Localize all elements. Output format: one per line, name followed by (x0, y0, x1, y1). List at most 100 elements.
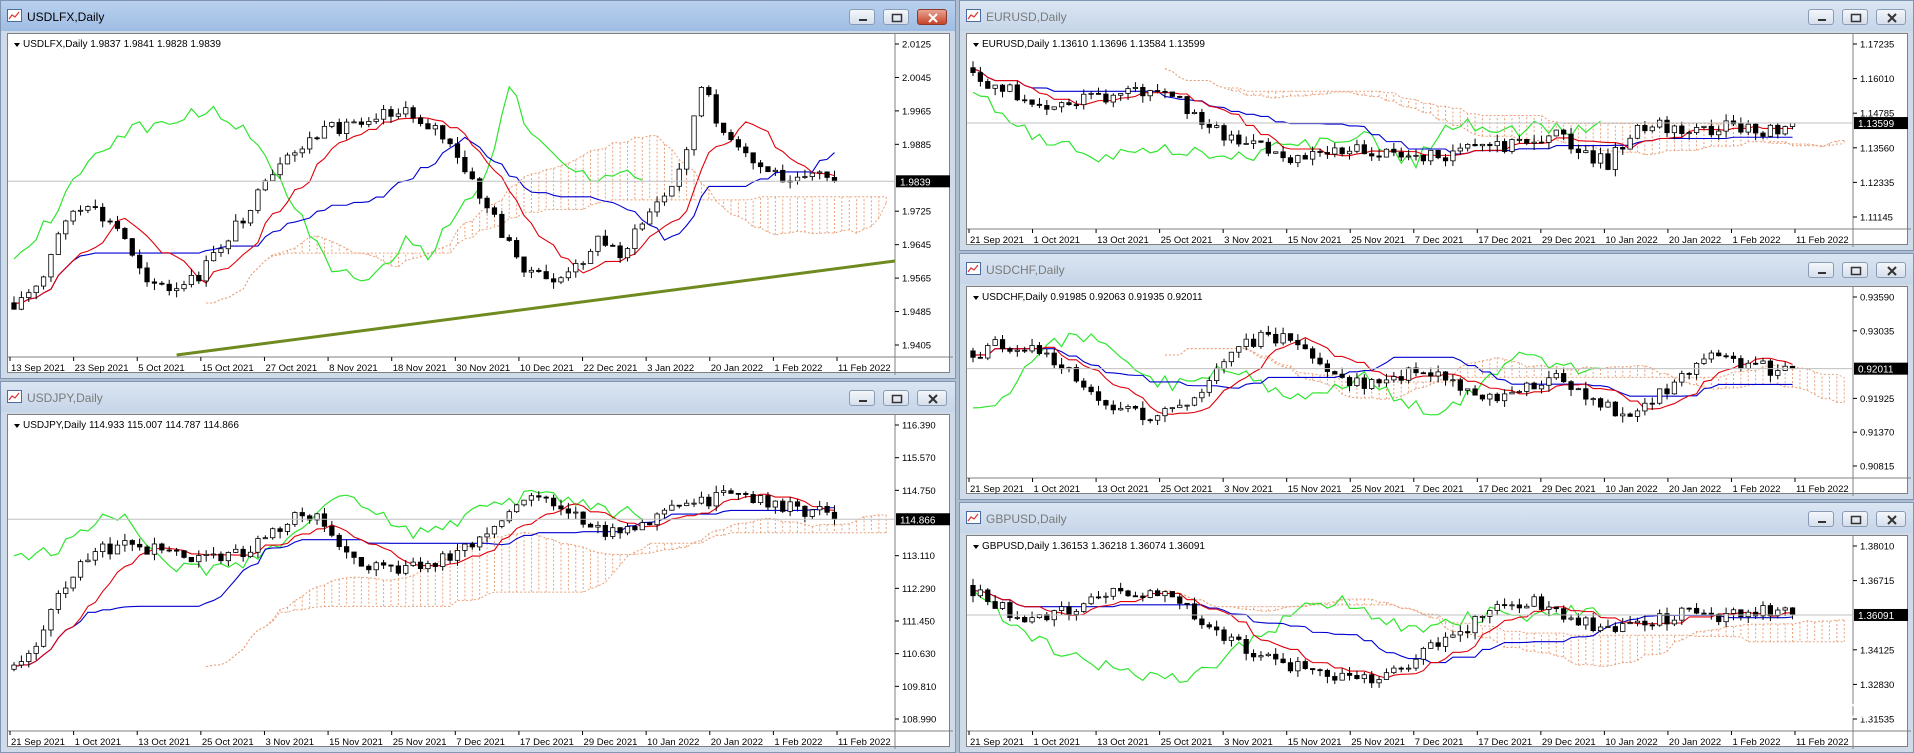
candle-body (794, 501, 801, 507)
price-tick-label: 1.16010 (1860, 74, 1894, 85)
candle-body (1501, 604, 1508, 606)
current-price-label: 0.92011 (1858, 365, 1894, 376)
candle-body (1221, 125, 1227, 141)
close-button[interactable] (1876, 262, 1906, 278)
candle-body (772, 500, 778, 508)
chart-window-usdjpy[interactable]: USDJPY,Daily 114.866 116.390 115.570 114.75… (0, 381, 956, 753)
candle-body (669, 504, 675, 511)
candle-body (1287, 157, 1294, 164)
candle-body (1472, 388, 1478, 396)
candle-body (1302, 344, 1308, 350)
window-titlebar[interactable]: USDJPY,Daily (1, 382, 955, 412)
minimize-button[interactable] (849, 390, 875, 406)
candle-body (1686, 607, 1692, 610)
candlestick-chart[interactable]: 0.92011 0.93590 0.93035 0.91925 0.91370 0.908… (967, 287, 1911, 496)
minimize-button[interactable] (1808, 511, 1834, 527)
candle-body (417, 117, 424, 125)
tenkan-sen-line (13, 493, 835, 668)
candle-body (1214, 368, 1220, 381)
candle-body (1516, 391, 1522, 393)
candle-body (1701, 358, 1707, 364)
minimize-icon (1818, 521, 1826, 523)
maximize-button[interactable] (883, 9, 909, 25)
candle-body (565, 271, 571, 279)
candle-body (1583, 150, 1589, 153)
candle-body (1730, 609, 1737, 614)
maximize-button[interactable] (1842, 511, 1868, 527)
date-tick-label: 25 Oct 2021 (1161, 235, 1213, 246)
candle-body (1391, 667, 1397, 674)
candle-body (1317, 357, 1323, 365)
candle-body (1782, 607, 1788, 611)
candle-body (757, 495, 764, 504)
window-titlebar[interactable]: EURUSD,Daily (960, 1, 1913, 31)
candle-body (307, 137, 313, 150)
candlestick-chart[interactable]: 1.13599 1.17235 1.16010 1.14785 1.13560 1.123… (967, 34, 1911, 247)
minimize-button[interactable] (849, 9, 875, 25)
date-tick-label: 20 Jan 2022 (711, 363, 763, 374)
date-tick-label: 20 Jan 2022 (1669, 235, 1721, 246)
candle-body (1583, 617, 1589, 626)
tenkan-sen-line (14, 116, 835, 304)
candle-body (1332, 147, 1338, 155)
minimize-button[interactable] (1808, 262, 1834, 278)
chart-window-usdchf[interactable]: USDCHF,Daily 0.92011 0.93590 0.93035 0.9192… (959, 253, 1914, 500)
window-titlebar[interactable]: USDLFX,Daily (1, 1, 955, 31)
window-title: USDCHF,Daily (986, 263, 1065, 277)
candle-body (1435, 371, 1441, 377)
candle-body (1280, 658, 1286, 664)
close-button[interactable] (1876, 511, 1906, 527)
date-tick-label: 13 Sep 2021 (11, 363, 65, 374)
price-chart[interactable]: 1.13599 1.17235 1.16010 1.14785 1.13560 1.123… (966, 33, 1911, 247)
candle-body (1487, 143, 1493, 147)
maximize-button[interactable] (1842, 262, 1868, 278)
maximize-button[interactable] (883, 390, 909, 406)
candle-body (587, 523, 594, 528)
candle-body (1730, 355, 1737, 359)
candle-body (210, 252, 217, 262)
kijun-sen-line (972, 68, 1793, 155)
candle-body (992, 84, 998, 89)
candle-body (247, 551, 254, 558)
close-button[interactable] (917, 390, 947, 406)
candle-body (1398, 667, 1404, 670)
chart-window-eurusd[interactable]: EURUSD,Daily 1.13599 1.17235 1.16010 1.1478… (959, 0, 1914, 251)
window-titlebar[interactable]: USDCHF,Daily (960, 254, 1913, 284)
close-button[interactable] (1876, 9, 1906, 25)
window-titlebar[interactable]: GBPUSD,Daily (960, 503, 1913, 533)
date-tick-label: 20 Jan 2022 (1669, 737, 1721, 748)
candle-body (469, 543, 475, 548)
candle-body (1671, 381, 1678, 395)
date-tick-label: 21 Sep 2021 (11, 737, 65, 748)
maximize-button[interactable] (1842, 9, 1868, 25)
candle-body (1258, 331, 1264, 347)
candle-body (1118, 587, 1124, 592)
chart-window-icon (966, 262, 981, 275)
candle-body (85, 206, 91, 211)
candle-body (1745, 362, 1751, 369)
price-chart[interactable]: 114.866 116.390 115.570 114.750 113.110 112.2… (7, 414, 953, 749)
candle-body (1501, 141, 1508, 152)
candle-body (802, 176, 808, 178)
candle-body (684, 149, 690, 170)
price-chart[interactable]: 1.9839 2.0125 2.0045 1.9965 1.9885 1.9725 1.96… (7, 33, 953, 375)
candle-body (92, 206, 98, 208)
candle-body (1228, 636, 1235, 641)
candle-body (1103, 93, 1109, 103)
minimize-button[interactable] (1808, 9, 1834, 25)
candlestick-chart[interactable]: 1.9839 2.0125 2.0045 1.9965 1.9885 1.9725 1.96… (8, 34, 953, 375)
candle-body (977, 72, 983, 82)
date-tick-label: 1 Feb 2022 (1732, 484, 1780, 495)
candle-body (336, 534, 342, 547)
price-chart[interactable]: 0.92011 0.93590 0.93035 0.91925 0.91370 0.908… (966, 286, 1911, 496)
date-tick-label: 3 Nov 2021 (1224, 737, 1273, 748)
candle-body (1657, 119, 1663, 128)
candle-body (684, 502, 690, 506)
close-button[interactable] (917, 9, 947, 25)
current-price-label: 1.13599 (1858, 119, 1895, 130)
candle-body (691, 502, 697, 505)
chart-window-usdlfx[interactable]: USDLFX,Daily 1.9839 2.0125 2.0045 1.9965 1.9… (0, 0, 956, 379)
candle-body (1716, 130, 1722, 136)
candle-body (1701, 612, 1707, 615)
candlestick-chart[interactable]: 114.866 116.390 115.570 114.750 113.110 112.2… (8, 415, 953, 749)
